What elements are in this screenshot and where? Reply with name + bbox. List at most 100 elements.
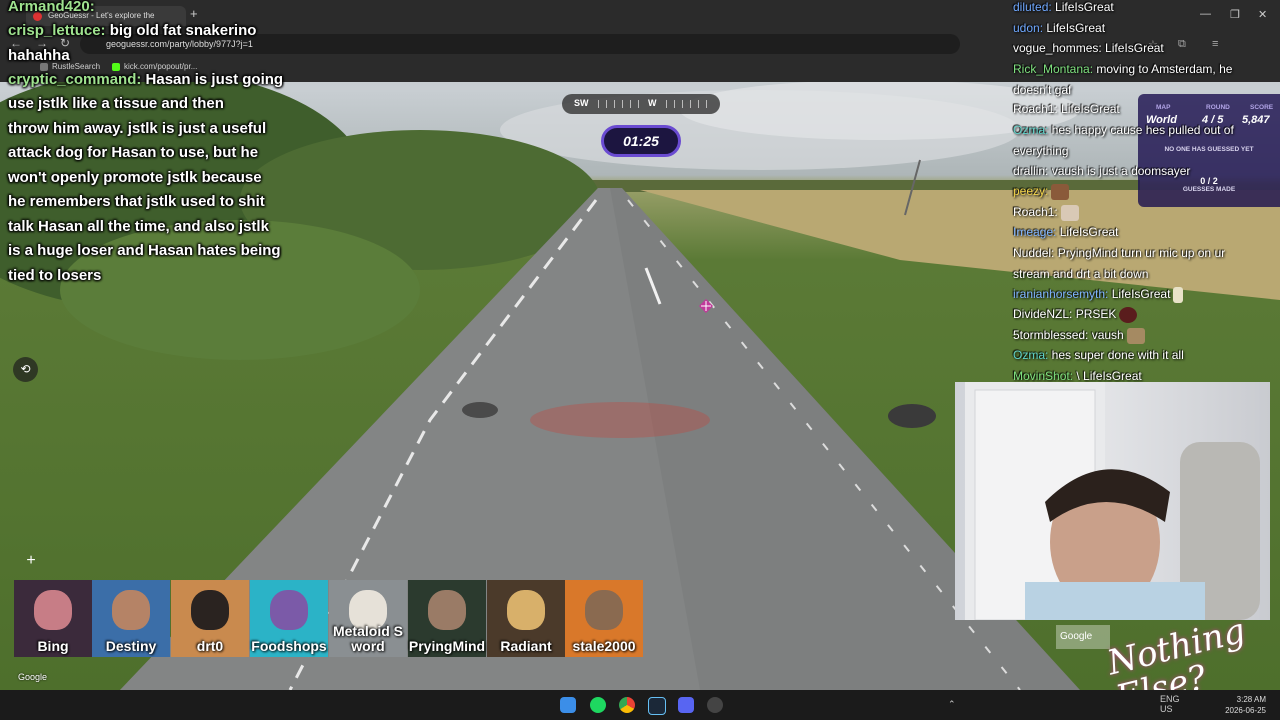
chat-line: drallin: vaush is just a doomsayer — [1013, 161, 1249, 182]
spotify-icon[interactable] — [590, 697, 606, 713]
avatar — [507, 590, 545, 630]
zoom-in-button[interactable]: + — [18, 548, 44, 574]
tray-chevron-icon[interactable]: ⌃ — [948, 699, 956, 710]
player-card: Metaloid Sword — [329, 580, 407, 657]
clock[interactable]: 3:28 AM 2026-06-25 — [1225, 694, 1266, 716]
chat-text: hes super done with it all — [1048, 348, 1184, 362]
player-card: Radiant — [487, 580, 565, 657]
chat-text: \ LifeIsGreat — [1073, 369, 1142, 383]
avatar — [112, 590, 150, 630]
close-button[interactable]: ✕ — [1258, 8, 1267, 21]
chat-text: Hasan is just going — [141, 71, 284, 88]
emote-icon — [1060, 204, 1079, 221]
chat-text: hahahha — [8, 47, 70, 64]
compass-w: W — [648, 98, 657, 108]
chat-user: 5tormblessed: — [1013, 328, 1089, 342]
chat-text: LifeIsGreat — [1056, 225, 1119, 239]
chat-text: LifeIsGreat — [1051, 0, 1114, 14]
player-name: Bing — [37, 638, 69, 654]
chrome-icon[interactable] — [619, 697, 635, 713]
chat-line: attack dog for Hasan to use, but he — [8, 141, 258, 165]
emote-icon — [1173, 286, 1184, 303]
player-name: drt0 — [196, 638, 224, 654]
player-name: stale2000 — [572, 638, 636, 654]
chat-user: iranianhorsemyth: — [1013, 287, 1109, 301]
chat-line: is a huge loser and Hasan hates being — [8, 239, 281, 263]
google-map-button[interactable]: Google — [1056, 625, 1110, 649]
chat-line: Armand420: — [8, 0, 95, 19]
chat-text: throw him away. jstlk is just a useful — [8, 120, 267, 137]
tray-lang: ENG — [1160, 694, 1180, 704]
steam-icon[interactable] — [648, 697, 666, 715]
chat-line: Roach1: — [1013, 202, 1249, 223]
chat-line: udon: LifeIsGreat — [1013, 18, 1249, 39]
player-card: Bing — [14, 580, 92, 657]
chat-user: MovinShot: — [1013, 369, 1074, 383]
chat-line: Nuddel: PryingMind turn ur mic up on ur … — [1013, 243, 1249, 284]
webcam-feed — [955, 382, 1270, 620]
chat-user: Armand420: — [8, 0, 95, 15]
player-card: Destiny — [92, 580, 170, 657]
chat-text: won't openly promote jstlk because — [8, 169, 262, 186]
chat-line: Roach1: LifeIsGreat — [1013, 99, 1249, 120]
avatar — [428, 590, 466, 630]
chat-line: Ozma: hes happy cause hes pulled out of … — [1013, 120, 1241, 161]
player-card: drt0 — [171, 580, 249, 657]
chat-line: crisp_lettuce: big old fat snakerino — [8, 19, 256, 43]
score-label: SCORE — [1250, 104, 1274, 111]
start-icon[interactable] — [560, 697, 576, 713]
chat-user: diluted: — [1013, 0, 1052, 14]
player-name: PryingMind — [408, 638, 486, 654]
chat-line: use jstlk like a tissue and then — [8, 92, 224, 116]
chat-text: LifeIsGreat — [1057, 102, 1120, 116]
chat-text: vaush is just a doomsayer — [1048, 164, 1191, 178]
player-name: Metaloid Sword — [332, 623, 403, 654]
chat-line: 5tormblessed: vaush — [1013, 325, 1249, 346]
google-logo: Google — [18, 672, 48, 682]
chat-line: Rick_Montana: moving to Amsterdam, he do… — [1013, 59, 1249, 100]
avatar — [270, 590, 308, 630]
obs-icon[interactable] — [707, 697, 723, 713]
chat-text: tied to losers — [8, 267, 102, 284]
player-name: Foodshops — [251, 638, 327, 654]
tray-language[interactable]: ENG US — [1160, 694, 1180, 714]
chat-user: crisp_lettuce: — [8, 22, 106, 39]
chat-text: LifeIsGreat — [1108, 287, 1171, 301]
player-card: Foodshops — [250, 580, 328, 657]
round-timer: 01:25 — [601, 125, 681, 157]
chat-text: use jstlk like a tissue and then — [8, 95, 224, 112]
return-to-start-icon[interactable]: ⟲ — [13, 357, 38, 382]
discord-icon[interactable] — [678, 697, 694, 713]
chat-line: he remembers that jstlk used to shit — [8, 190, 265, 214]
player-card: stale2000 — [565, 580, 643, 657]
chat-line: Imeage: LifeIsGreat — [1013, 222, 1249, 243]
chat-text: vaush — [1088, 328, 1124, 342]
chat-text: PRSEK — [1072, 307, 1117, 321]
chat-text: attack dog for Hasan to use, but he — [8, 144, 259, 161]
emote-icon — [1126, 327, 1145, 344]
chat-text: talk Hasan all the time, and also jstlk — [8, 218, 269, 235]
chat-line: peezy: — [1013, 181, 1249, 202]
chat-user: udon: — [1013, 21, 1044, 35]
streamer-image — [965, 382, 1260, 620]
emote-icon — [1051, 183, 1070, 200]
chat-user: Roach1: — [1013, 205, 1058, 219]
avatar — [34, 590, 72, 630]
chat-user: Nuddel: — [1013, 246, 1055, 260]
avatar — [191, 590, 229, 630]
chat-line: iranianhorsemyth: LifeIsGreat — [1013, 284, 1249, 305]
chat-user: Roach1: — [1013, 102, 1058, 116]
compass: SW W — [562, 94, 720, 114]
taskbar: ⌃ ENG US 3:28 AM 2026-06-25 — [0, 690, 1280, 720]
chat-line: vogue_hommes: LifeIsGreat — [1013, 38, 1249, 59]
emote-icon — [1119, 306, 1138, 323]
chat-text: he remembers that jstlk used to shit — [8, 193, 265, 210]
chat-text: big old fat snakerino — [105, 22, 257, 39]
chat-line: Ozma: hes super done with it all — [1013, 345, 1249, 366]
crosshair-cursor-icon — [699, 299, 713, 313]
chat-user: drallin: — [1013, 164, 1049, 178]
chat-user: DivideNZL: — [1013, 307, 1073, 321]
chat-user: Ozma: — [1013, 123, 1049, 137]
chat-line: diluted: LifeIsGreat — [1013, 0, 1249, 18]
chat-user: cryptic_command: — [8, 71, 142, 88]
